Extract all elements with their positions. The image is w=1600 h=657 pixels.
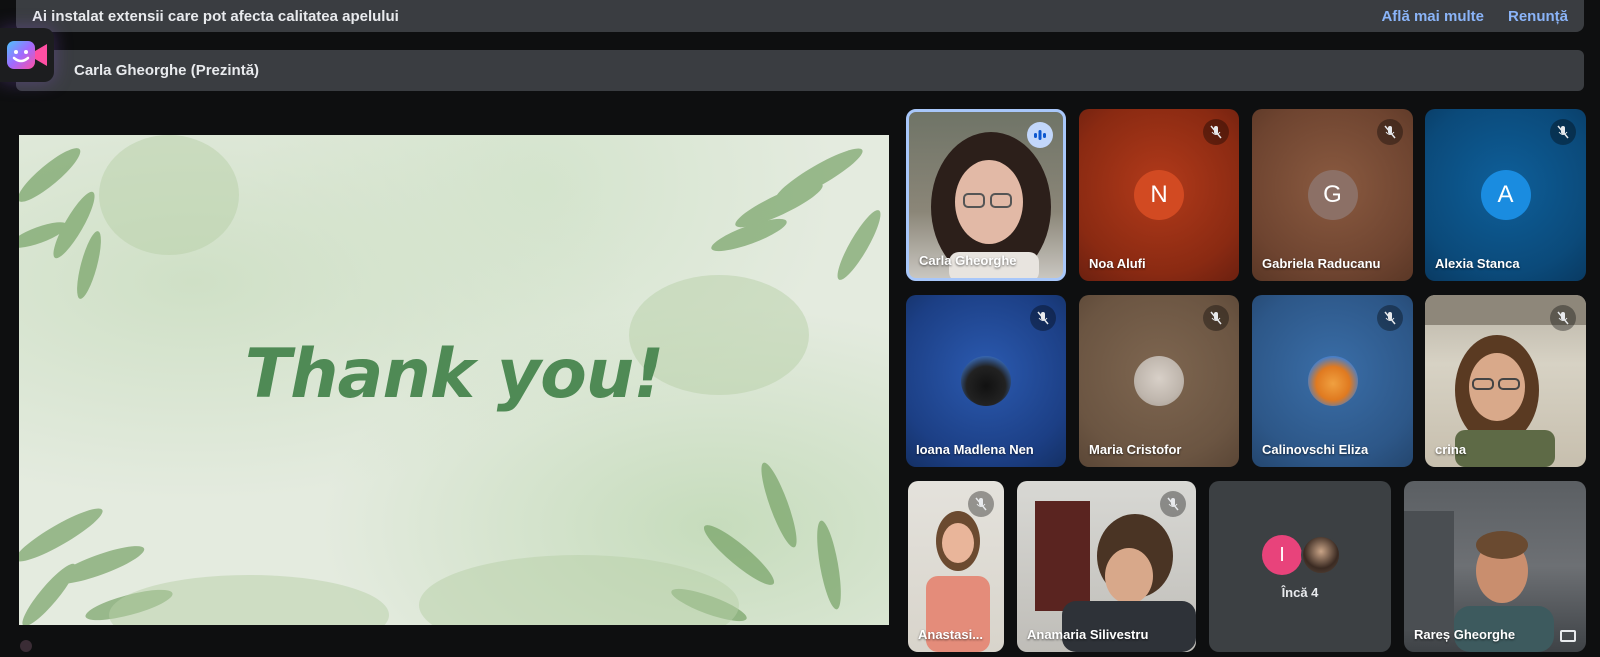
participant-tile[interactable]: Carla Gheorghe <box>906 109 1066 281</box>
mic-off-icon <box>1550 119 1576 145</box>
avatar: I <box>1262 535 1302 575</box>
avatar: N <box>1134 170 1184 220</box>
participant-name: Calinovschi Eliza <box>1262 442 1369 457</box>
participant-tile[interactable]: Rareș Gheorghe <box>1404 481 1586 652</box>
avatar <box>1307 356 1358 406</box>
avatar <box>1301 535 1341 575</box>
meet-app-icon[interactable] <box>0 28 54 82</box>
participant-name: Anastasi... <box>918 627 984 642</box>
avatar <box>961 356 1011 406</box>
participant-name: Alexia Stanca <box>1435 256 1520 271</box>
participant-tile[interactable]: N Noa Alufi <box>1079 109 1239 281</box>
participant-name: Noa Alufi <box>1089 256 1146 271</box>
avatar <box>1134 356 1184 406</box>
participant-tile[interactable]: Calinovschi Eliza <box>1252 295 1413 467</box>
more-participants-tile[interactable]: I Încă 4 <box>1209 481 1391 652</box>
avatar: A <box>1480 170 1531 220</box>
self-view-indicator <box>20 640 32 652</box>
participant-tile[interactable]: G Gabriela Raducanu <box>1252 109 1413 281</box>
slide-title: Thank you! <box>244 335 664 414</box>
video-camera-icon <box>7 41 47 69</box>
participant-name: Rareș Gheorghe <box>1414 627 1516 642</box>
participant-tile[interactable]: Anastasi... <box>908 481 1004 652</box>
participant-name: Ioana Madlena Nen <box>916 442 1034 457</box>
presentation-slide: Thank you! <box>19 135 889 625</box>
participant-name: Carla Gheorghe <box>919 253 1017 268</box>
mic-off-icon <box>1160 491 1186 517</box>
speaking-indicator-icon <box>1027 122 1053 148</box>
participant-tile[interactable]: Maria Cristofor <box>1079 295 1239 467</box>
avatar: G <box>1307 170 1358 220</box>
mic-off-icon <box>1203 119 1229 145</box>
participant-name: Gabriela Raducanu <box>1262 256 1381 271</box>
mic-off-icon <box>1377 305 1403 331</box>
mic-off-icon <box>1030 305 1056 331</box>
banner-message: Ai instalat extensii care pot afecta cal… <box>32 7 399 25</box>
participant-name: Maria Cristofor <box>1089 442 1182 457</box>
pin-icon[interactable] <box>1560 630 1576 642</box>
presenting-label: Carla Gheorghe (Prezintă) <box>74 62 260 79</box>
learn-more-link[interactable]: Află mai multe <box>1381 0 1484 25</box>
extension-warning-banner: Ai instalat extensii care pot afecta cal… <box>16 0 1584 32</box>
participant-tile[interactable]: Ioana Madlena Nen <box>906 295 1066 467</box>
mic-off-icon <box>1377 119 1403 145</box>
more-participants-label: Încă 4 <box>1281 585 1319 600</box>
participant-name: Anamaria Silivestru <box>1027 627 1149 642</box>
dismiss-link[interactable]: Renunță <box>1508 0 1568 25</box>
participant-tile[interactable]: Anamaria Silivestru <box>1017 481 1196 652</box>
participant-tile[interactable]: crina <box>1425 295 1586 467</box>
mic-off-icon <box>1550 305 1576 331</box>
participant-name: crina <box>1435 442 1467 457</box>
mic-off-icon <box>1203 305 1229 331</box>
participant-tile[interactable]: A Alexia Stanca <box>1425 109 1586 281</box>
presenting-bar[interactable]: Carla Gheorghe (Prezintă) <box>16 50 1584 91</box>
mic-off-icon <box>968 491 994 517</box>
